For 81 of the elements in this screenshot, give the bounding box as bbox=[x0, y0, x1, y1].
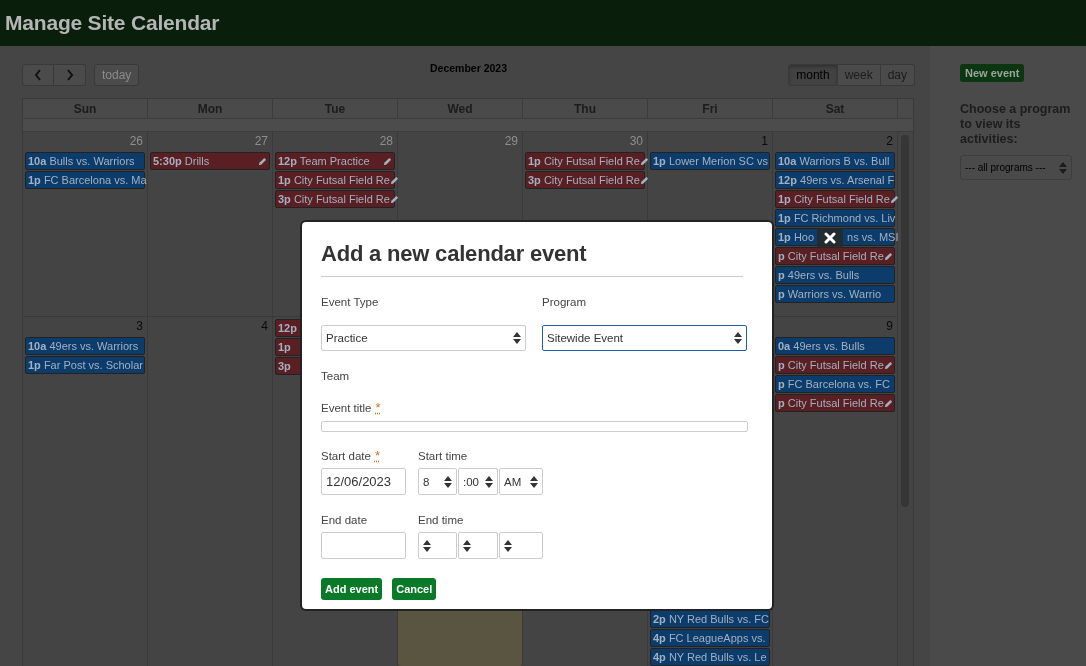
sort-arrows-icon bbox=[513, 332, 521, 344]
field-label: Event Type bbox=[321, 295, 380, 309]
sort-arrows-icon bbox=[444, 475, 452, 488]
start-date-input[interactable]: 12/06/2023 bbox=[321, 468, 406, 495]
date-number: 4 bbox=[261, 318, 269, 335]
sort-arrows-icon bbox=[1059, 161, 1067, 174]
new-event-button[interactable]: New event bbox=[960, 64, 1025, 82]
pencil-icon bbox=[883, 251, 893, 261]
calendar-event[interactable]: 1p City Futsal Field Re bbox=[525, 152, 645, 170]
field-label: Start date bbox=[321, 449, 371, 463]
field-label: Team bbox=[321, 369, 350, 383]
required-mark: * bbox=[374, 449, 380, 463]
calendar-event[interactable]: p City Futsal Field Re bbox=[775, 356, 895, 374]
sort-arrows-icon bbox=[423, 539, 431, 552]
sort-arrows-icon bbox=[463, 539, 471, 552]
next-button[interactable] bbox=[54, 64, 86, 86]
calendar-event[interactable]: 5:30p Drills bbox=[150, 152, 270, 170]
date-number: 3 bbox=[136, 318, 144, 335]
meridiem-select[interactable]: AM bbox=[499, 468, 543, 495]
calendar-event[interactable]: 1p Far Post vs. Scholar bbox=[25, 356, 145, 374]
calendar-event[interactable]: 1p City Futsal Field Re bbox=[275, 171, 395, 189]
close-icon bbox=[824, 232, 836, 244]
calendar-event[interactable]: 0a 49ers vs. Bulls bbox=[775, 337, 895, 355]
calendar-event[interactable]: 10a Bulls vs. Warriors bbox=[25, 152, 145, 170]
calendar-event[interactable]: 1p FC Richmond vs. Liv bbox=[775, 209, 895, 227]
calendar-event[interactable]: 1p FC Barcelona vs. Ma bbox=[25, 171, 145, 189]
calendar-event[interactable]: 3p City Futsal Field Re bbox=[525, 171, 645, 189]
dialog-title: Add a new calendar event bbox=[321, 240, 588, 268]
month-title: December 2023 bbox=[428, 61, 509, 74]
calendar-event[interactable]: 12p 49ers vs. Arsenal F bbox=[775, 171, 895, 189]
calendar-event[interactable]: p FC Barcelona vs. FC bbox=[775, 375, 895, 393]
calendar-event[interactable]: p City Futsal Field Re bbox=[775, 394, 895, 412]
calendar-event[interactable]: 3p City Futsal Field Re bbox=[275, 190, 395, 208]
calendar-event[interactable]: 1p City Futsal Field Re bbox=[775, 190, 895, 208]
event-type-select[interactable]: Practice bbox=[321, 325, 526, 351]
date-number: 28 bbox=[379, 133, 394, 150]
sort-arrows-icon bbox=[504, 539, 512, 552]
calendar-event[interactable]: p 49ers vs. Bulls bbox=[775, 266, 895, 284]
end-date-input[interactable] bbox=[321, 532, 406, 559]
sort-arrows-icon bbox=[485, 475, 493, 488]
field-label: End time bbox=[418, 513, 465, 527]
calendar-event[interactable]: 4p FC LeagueApps vs. bbox=[650, 629, 770, 647]
field-label: Event title bbox=[321, 401, 372, 415]
field-label: Start time bbox=[418, 449, 469, 463]
hour-select[interactable] bbox=[418, 532, 457, 559]
previous-button[interactable] bbox=[22, 64, 54, 86]
date-number: 9 bbox=[886, 318, 894, 335]
date-number: 2 bbox=[886, 133, 894, 150]
event-title-input[interactable] bbox=[321, 421, 748, 432]
close-button[interactable] bbox=[817, 228, 843, 248]
chevron-right-icon bbox=[65, 69, 74, 81]
calendar-event[interactable]: 12p Team Practice bbox=[275, 152, 395, 170]
sort-arrows-icon bbox=[734, 332, 742, 344]
field-label: Program bbox=[542, 295, 588, 309]
date-number: 1 bbox=[761, 133, 769, 150]
pencil-icon bbox=[258, 156, 267, 166]
meridiem-select[interactable] bbox=[499, 532, 543, 559]
calendar-event[interactable]: 4p NY Red Bulls vs. Le bbox=[650, 648, 770, 666]
chevron-left-icon bbox=[34, 69, 42, 81]
minute-select[interactable]: :00 bbox=[458, 468, 498, 495]
sort-arrows-icon bbox=[530, 475, 538, 488]
pencil-icon bbox=[883, 360, 893, 370]
calendar-event[interactable]: 10a 49ers vs. Warriors bbox=[25, 337, 145, 355]
pencil-icon bbox=[883, 398, 893, 408]
cancel-button[interactable]: Cancel bbox=[392, 578, 437, 600]
pencil-icon bbox=[889, 194, 899, 204]
date-number: 30 bbox=[629, 133, 644, 150]
hour-select[interactable]: 8 bbox=[418, 468, 457, 495]
date-number: 26 bbox=[129, 133, 144, 150]
required-mark: * bbox=[375, 401, 381, 415]
minute-select[interactable] bbox=[458, 532, 498, 559]
calendar-event[interactable]: p Warriors vs. Warrio bbox=[775, 285, 895, 303]
add-event-button[interactable]: Add event bbox=[321, 578, 383, 600]
date-number: 27 bbox=[254, 133, 269, 150]
date-number: 29 bbox=[504, 133, 519, 150]
calendar-event[interactable]: 1p Lower Merion SC vs bbox=[650, 152, 770, 170]
program-select[interactable]: Sitewide Event bbox=[542, 325, 747, 351]
calendar-event[interactable]: p City Futsal Field Re bbox=[775, 247, 895, 265]
page-title: Manage Site Calendar bbox=[5, 11, 220, 35]
calendar-event[interactable]: 10a Warriors B vs. Bull bbox=[775, 152, 895, 170]
field-label: End date bbox=[321, 513, 369, 527]
